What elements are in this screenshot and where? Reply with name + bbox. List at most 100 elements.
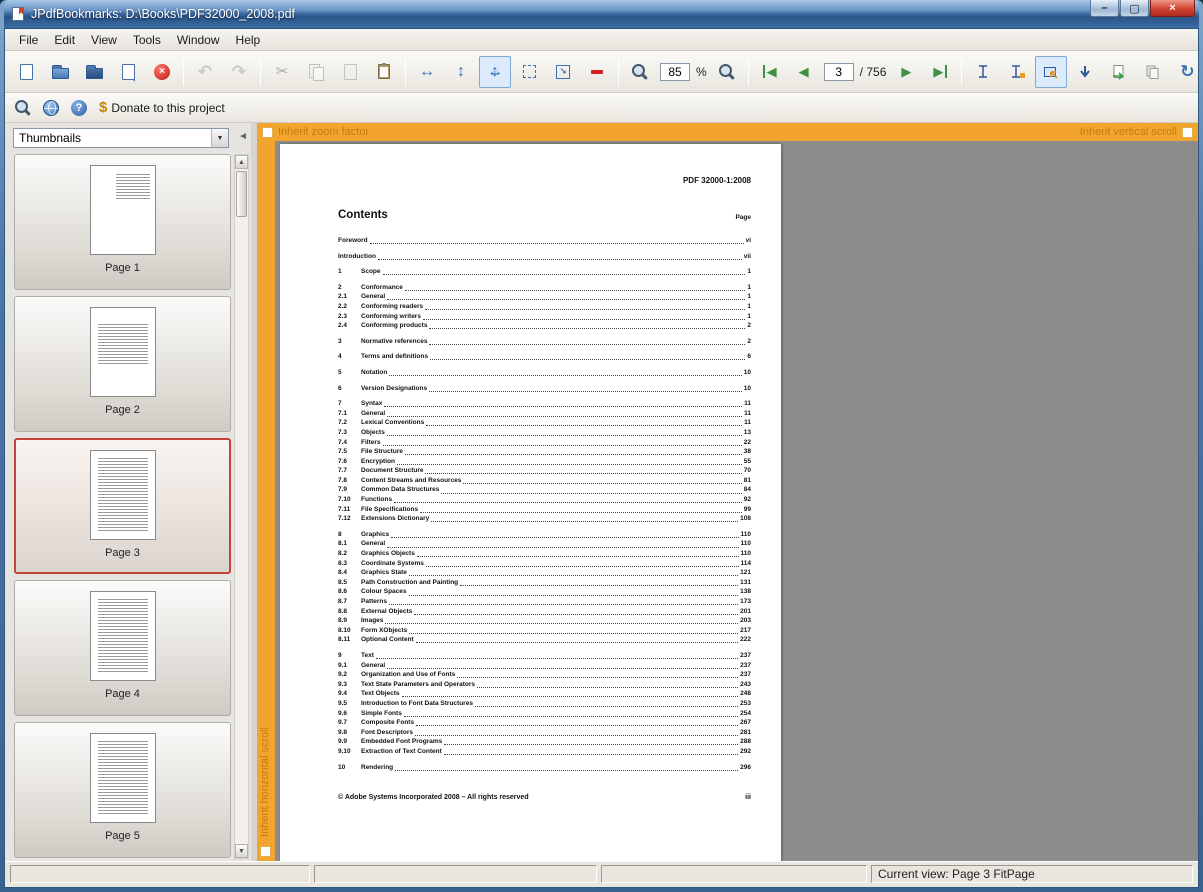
toc-entry: 9.8Font Descriptors281 bbox=[338, 728, 751, 738]
scroll-up-button[interactable]: ▲ bbox=[235, 155, 248, 169]
page-column-label: Page bbox=[735, 214, 751, 221]
redo-button[interactable]: ↷ bbox=[223, 56, 255, 88]
close-button[interactable]: × bbox=[1150, 0, 1195, 17]
menu-edit[interactable]: Edit bbox=[46, 30, 83, 50]
fit-width-button[interactable]: ↔ bbox=[411, 56, 443, 88]
toolbar-separator bbox=[748, 58, 749, 86]
pdf-page: PDF 32000-1:2008 Contents Page Forewordv… bbox=[280, 144, 781, 861]
inherit-vscroll-checkbox[interactable] bbox=[1182, 127, 1193, 138]
apply-offset-button[interactable]: ↻ bbox=[1171, 56, 1199, 88]
thumbnail-image bbox=[90, 591, 156, 681]
fit-page-button[interactable]: ↔ ↕ bbox=[479, 56, 511, 88]
paste-button[interactable] bbox=[334, 56, 366, 88]
help-button[interactable]: ? bbox=[66, 96, 92, 120]
toc-entry: 7.4Filters22 bbox=[338, 438, 751, 448]
toc-entry: 8.1General110 bbox=[338, 539, 751, 549]
save-button[interactable]: ↓ bbox=[112, 56, 144, 88]
fit-height-button[interactable]: ↕ bbox=[445, 56, 477, 88]
last-page-button[interactable]: ▶ bbox=[924, 56, 956, 88]
sidebar-collapse-button[interactable]: ◄ bbox=[238, 131, 248, 142]
thumbnail-scrollbar[interactable]: ▲ ▼ bbox=[234, 154, 249, 859]
fit-rect-button[interactable] bbox=[513, 56, 545, 88]
minimize-button[interactable]: – bbox=[1090, 0, 1119, 17]
toc-entry: 8.7Patterns173 bbox=[338, 597, 751, 607]
apply-destination-button[interactable] bbox=[1069, 56, 1101, 88]
thumbnail-page-4[interactable]: Page 4 bbox=[14, 580, 231, 716]
viewer-canvas[interactable]: PDF 32000-1:2008 Contents Page Forewordv… bbox=[275, 141, 1198, 861]
next-page-button[interactable]: ▶ bbox=[890, 56, 922, 88]
set-destination-icon bbox=[1042, 63, 1060, 81]
inherit-hscroll-checkbox[interactable] bbox=[260, 846, 271, 857]
zoom-area-button[interactable]: ↘ bbox=[547, 56, 579, 88]
toolbar-separator bbox=[961, 58, 962, 86]
refresh-icon: ↻ bbox=[1180, 63, 1194, 80]
open-file-button[interactable] bbox=[44, 56, 76, 88]
toc-entry: 9Text237 bbox=[338, 651, 751, 661]
menu-view[interactable]: View bbox=[83, 30, 125, 50]
inherit-hscroll-label: Inherit horizontal scroll bbox=[259, 727, 271, 837]
magnifier-icon bbox=[719, 64, 735, 80]
first-page-button[interactable]: ◀ bbox=[754, 56, 786, 88]
thumbnail-page-2[interactable]: Page 2 bbox=[14, 296, 231, 432]
chevron-down-icon: ▼ bbox=[211, 129, 228, 147]
maximize-button[interactable]: ▢ bbox=[1120, 0, 1149, 17]
fit-width-icon: ↔ bbox=[419, 64, 435, 80]
donate-button[interactable]: $ Donate to this project bbox=[94, 96, 230, 120]
arrow-down-icon bbox=[1076, 63, 1094, 81]
undo-button[interactable]: ↶ bbox=[189, 56, 221, 88]
toc-entry: Forewordvi bbox=[338, 236, 751, 246]
menu-help[interactable]: Help bbox=[228, 30, 269, 50]
toc-entry: 8.11Optional Content222 bbox=[338, 635, 751, 645]
thumbnail-page-5[interactable]: Page 5 bbox=[14, 722, 231, 858]
scroll-down-button[interactable]: ▼ bbox=[235, 844, 248, 858]
website-button[interactable] bbox=[38, 96, 64, 120]
thumbnail-label: Page 2 bbox=[105, 404, 140, 416]
folder-icon bbox=[86, 68, 103, 79]
check-updates-button[interactable] bbox=[10, 96, 36, 120]
thumbnail-list: Page 1 Page 2 Page 3 Page 4Page 5 bbox=[14, 154, 231, 859]
menu-window[interactable]: Window bbox=[169, 30, 228, 50]
copy-button[interactable] bbox=[300, 56, 332, 88]
page-input[interactable] bbox=[824, 63, 854, 81]
status-current-view: Current view: Page 3 FitPage bbox=[871, 865, 1193, 883]
inherit-zoom-checkbox[interactable] bbox=[262, 127, 273, 138]
new-file-icon bbox=[20, 64, 33, 80]
menu-tools[interactable]: Tools bbox=[125, 30, 169, 50]
prev-page-button[interactable]: ◀ bbox=[788, 56, 820, 88]
open-folder-icon bbox=[52, 68, 69, 79]
clear-zoom-button[interactable] bbox=[581, 56, 613, 88]
browse-folder-button[interactable] bbox=[78, 56, 110, 88]
app-icon bbox=[10, 6, 26, 22]
toc-entry: 7.12Extensions Dictionary108 bbox=[338, 514, 751, 524]
toc-entry: 9.5Introduction to Font Data Structures2… bbox=[338, 699, 751, 709]
scrollbar-thumb[interactable] bbox=[236, 171, 247, 217]
toc-entry: 10Rendering296 bbox=[338, 763, 751, 773]
toc-entry: 2.4Conforming products2 bbox=[338, 321, 751, 331]
dump-bookmarks-button[interactable] bbox=[1103, 56, 1135, 88]
thumbnail-label: Page 3 bbox=[105, 547, 140, 559]
set-destination-button[interactable] bbox=[1035, 56, 1067, 88]
new-file-button[interactable] bbox=[10, 56, 42, 88]
zoom-input[interactable] bbox=[660, 63, 690, 81]
status-panel-3 bbox=[601, 865, 867, 883]
clipboard-paste-button[interactable] bbox=[368, 56, 400, 88]
zoom-apply-button[interactable] bbox=[711, 56, 743, 88]
fit-page-icon: ↔ ↕ bbox=[486, 63, 504, 81]
fit-rect-icon bbox=[523, 65, 536, 78]
magnifier-icon bbox=[15, 100, 31, 116]
next-page-icon: ▶ bbox=[901, 65, 911, 78]
thumbnail-page-3[interactable]: Page 3 bbox=[14, 438, 231, 574]
load-bookmarks-button[interactable] bbox=[1137, 56, 1169, 88]
add-child-bookmark-button[interactable] bbox=[1001, 56, 1033, 88]
cut-button[interactable]: ✂ bbox=[266, 56, 298, 88]
menu-file[interactable]: File bbox=[11, 30, 46, 50]
panel-selector[interactable]: Thumbnails ▼ bbox=[13, 128, 229, 148]
add-sibling-bookmark-icon bbox=[974, 63, 992, 81]
close-file-button[interactable]: × bbox=[146, 56, 178, 88]
thumbnail-page-1[interactable]: Page 1 bbox=[14, 154, 231, 290]
add-sibling-bookmark-button[interactable] bbox=[967, 56, 999, 88]
paste-icon bbox=[344, 64, 357, 80]
toc-entry: 8.2Graphics Objects110 bbox=[338, 549, 751, 559]
zoom-out-button[interactable] bbox=[624, 56, 656, 88]
toc-entry: 4Terms and definitions6 bbox=[338, 352, 751, 362]
